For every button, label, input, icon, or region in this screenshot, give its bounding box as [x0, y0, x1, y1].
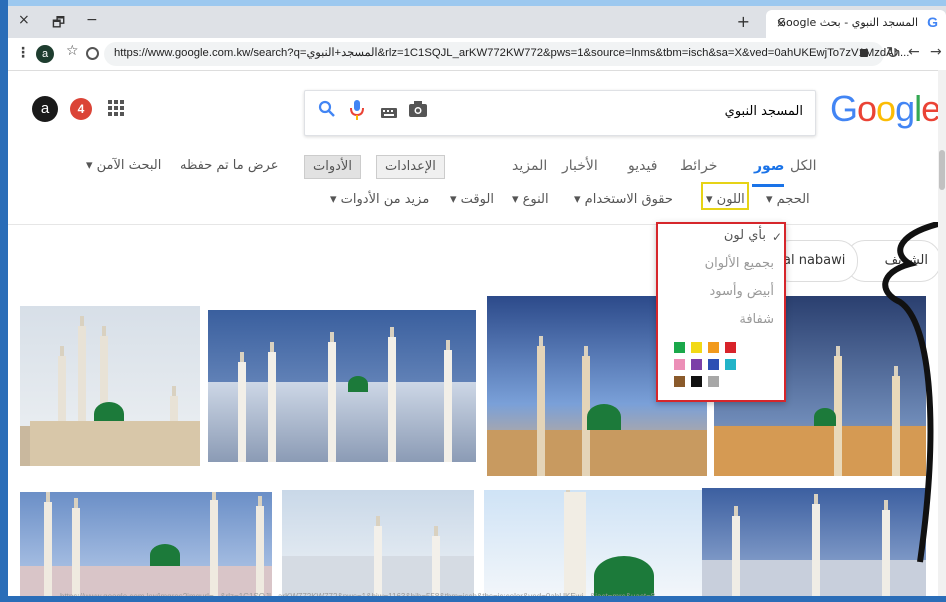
color-dropdown-menu: ✓ بأي لون بجميع الألوان أبيض وأسود شفافة — [656, 222, 786, 402]
image-result[interactable] — [20, 306, 200, 466]
color-swatch[interactable] — [674, 376, 685, 387]
settings-button[interactable]: الإعدادات — [376, 155, 445, 179]
tool-more[interactable]: مزيد من الأدوات ▾ — [330, 192, 429, 207]
color-swatch[interactable] — [674, 359, 685, 370]
color-swatch[interactable] — [691, 359, 702, 370]
profile-avatar[interactable]: a — [36, 45, 54, 63]
image-result[interactable] — [484, 490, 704, 596]
color-swatch[interactable] — [725, 342, 736, 353]
address-bar-row: ⋮ a ☆ https://www.google.com.kw/search?q… — [8, 38, 946, 71]
url-field[interactable]: https://www.google.com.kw/search?q=المسج… — [104, 42, 909, 66]
new-tab-button[interactable]: + — [737, 12, 750, 31]
apps-grid-icon[interactable] — [108, 100, 124, 116]
title-bar: × 🗗 − + G المسجد النبوي - بحث Google × — [8, 6, 946, 38]
search-box — [304, 90, 816, 136]
color-swatch[interactable] — [708, 376, 719, 387]
safe-search-dropdown[interactable]: البحث الآمن ▾ — [86, 158, 161, 173]
tab-title: المسجد النبوي - بحث Google — [777, 16, 918, 29]
search-icon[interactable] — [317, 99, 337, 124]
tool-type[interactable]: النوع ▾ — [512, 192, 549, 207]
browser-tab[interactable]: G المسجد النبوي - بحث Google × — [766, 10, 946, 38]
search-input[interactable] — [441, 103, 805, 120]
tab-news[interactable]: الأخبار — [562, 158, 598, 174]
saved-link[interactable]: عرض ما تم حفظه — [180, 158, 278, 173]
keyboard-icon[interactable] — [381, 104, 397, 124]
close-window-icon[interactable]: × — [18, 12, 30, 28]
browser-window: × 🗗 − + G المسجد النبوي - بحث Google × ⋮… — [0, 0, 946, 602]
image-result[interactable] — [208, 310, 476, 462]
logo-letter: o — [857, 88, 877, 129]
page-scrollbar[interactable] — [938, 70, 946, 596]
zoom-icon[interactable] — [86, 47, 99, 60]
frame-bottom-border — [0, 596, 946, 602]
image-result[interactable] — [20, 492, 272, 596]
tab-all[interactable]: الكل — [790, 158, 817, 174]
tool-size[interactable]: الحجم ▾ — [766, 192, 810, 207]
minimize-window-icon[interactable]: − — [86, 12, 98, 28]
tool-usage-rights[interactable]: حقوق الاستخدام ▾ — [574, 192, 673, 207]
back-arrow-icon[interactable]: ← — [908, 44, 920, 60]
color-swatch[interactable] — [691, 342, 702, 353]
account-avatar[interactable]: a — [32, 96, 58, 122]
active-tab-indicator — [752, 184, 784, 187]
tool-time[interactable]: الوقت ▾ — [450, 192, 494, 207]
lock-icon — [860, 49, 868, 57]
google-logo[interactable]: Google — [830, 88, 941, 130]
image-result[interactable] — [282, 490, 474, 596]
url-text: https://www.google.com.kw/search?q=المسج… — [114, 47, 910, 59]
color-swatch[interactable] — [708, 342, 719, 353]
color-swatch[interactable] — [674, 342, 685, 353]
scrollbar-thumb[interactable] — [939, 150, 945, 190]
color-option-black-white[interactable]: أبيض وأسود — [710, 284, 775, 299]
frame-left-border — [0, 0, 8, 602]
bookmark-star-icon[interactable]: ☆ — [66, 43, 79, 59]
header-divider — [8, 224, 946, 225]
reload-icon[interactable]: ↻ — [886, 43, 899, 62]
color-option-full-color[interactable]: بجميع الألوان — [705, 256, 774, 271]
logo-letter: o — [876, 88, 896, 129]
forward-arrow-icon[interactable]: → — [930, 44, 942, 60]
callout-bubble-graphic — [882, 222, 946, 563]
color-swatch[interactable] — [708, 359, 719, 370]
color-option-transparent[interactable]: شفافة — [739, 312, 774, 327]
checkmark-icon: ✓ — [771, 230, 782, 244]
restore-window-icon[interactable]: 🗗 — [52, 12, 65, 36]
color-option-any[interactable]: بأي لون — [724, 228, 766, 243]
logo-letter: g — [895, 88, 915, 129]
tab-images[interactable]: صور — [754, 158, 784, 174]
color-swatch[interactable] — [725, 359, 736, 370]
logo-letter: G — [830, 88, 858, 129]
color-swatch[interactable] — [691, 376, 702, 387]
tools-button[interactable]: الأدوات — [304, 155, 361, 179]
google-favicon-icon: G — [927, 14, 938, 30]
tab-more[interactable]: المزيد — [512, 158, 547, 174]
notifications-badge[interactable]: 4 — [70, 98, 92, 120]
menu-kebab-icon[interactable]: ⋮ — [16, 45, 30, 61]
color-tool-highlight — [701, 182, 749, 210]
tab-maps[interactable]: خرائط — [680, 158, 717, 174]
tab-close-icon[interactable]: × — [776, 16, 786, 30]
camera-icon[interactable] — [409, 101, 427, 122]
color-swatch-grid — [674, 342, 736, 387]
microphone-icon[interactable] — [349, 99, 365, 126]
tab-videos[interactable]: فيديو — [628, 158, 657, 174]
